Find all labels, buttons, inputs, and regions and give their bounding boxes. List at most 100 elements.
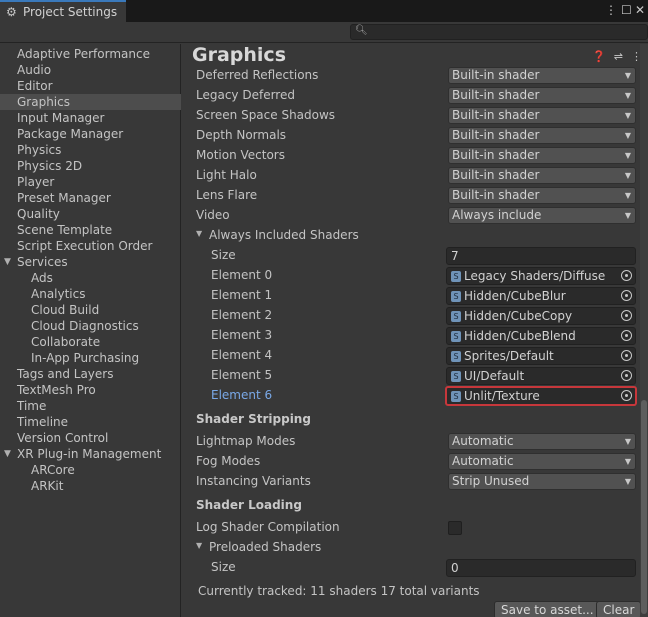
shader-object-field[interactable]: S Hidden/CubeBlur: [446, 287, 636, 305]
element-label: Element 6: [211, 388, 273, 402]
sidebar-item-audio[interactable]: Audio: [0, 62, 181, 78]
shader-object-field[interactable]: S Hidden/CubeBlend: [446, 327, 636, 345]
dropdown-value: Automatic: [452, 454, 514, 468]
expand-arrow-icon[interactable]: ▼: [4, 446, 11, 462]
object-picker-icon[interactable]: [621, 330, 632, 341]
sidebar-item-preset-manager[interactable]: Preset Manager: [0, 190, 181, 206]
shader-element-row: Element 1 S Hidden/CubeBlur: [182, 286, 638, 306]
help-icon[interactable]: ❓: [592, 50, 606, 63]
chevron-down-icon: ▼: [624, 91, 631, 100]
sidebar-item-scene-template[interactable]: Scene Template: [0, 222, 181, 238]
preset-icon[interactable]: ⇌: [614, 50, 623, 63]
search-input[interactable]: 🔍︎: [350, 24, 648, 40]
builtin-shader-row: Motion Vectors Built-in shader ▼: [182, 146, 638, 166]
shader-mode-dropdown[interactable]: Built-in shader ▼: [448, 187, 636, 204]
sidebar-item-cloud-build[interactable]: Cloud Build: [0, 302, 181, 318]
close-icon[interactable]: ✕: [635, 3, 645, 17]
sidebar-item-physics-2d[interactable]: Physics 2D: [0, 158, 181, 174]
sidebar-item-cloud-diagnostics[interactable]: Cloud Diagnostics: [0, 318, 181, 334]
shader-object-field[interactable]: S UI/Default: [446, 367, 636, 385]
graphics-panel: Graphics ❓ ⇌ ⋮ Currently tracked: 11 sha…: [182, 44, 648, 617]
sidebar-item-tags-and-layers[interactable]: Tags and Layers: [0, 366, 181, 382]
scrollbar-thumb[interactable]: [641, 400, 647, 614]
shader-mode-dropdown[interactable]: Built-in shader ▼: [448, 167, 636, 184]
scrollbar[interactable]: [640, 44, 648, 617]
sidebar-item-script-execution-order[interactable]: Script Execution Order: [0, 238, 181, 254]
status-text: Currently tracked: 11 shaders 17 total v…: [198, 584, 480, 598]
object-picker-icon[interactable]: [621, 310, 632, 321]
maximize-icon[interactable]: ☐: [621, 3, 632, 17]
shader-object-field[interactable]: S Hidden/CubeCopy: [446, 307, 636, 325]
foldout-arrow-icon[interactable]: ▼: [196, 229, 202, 238]
shader-mode-dropdown[interactable]: Built-in shader ▼: [448, 67, 636, 84]
row-label: Lens Flare: [196, 188, 258, 202]
sidebar-item-in-app-purchasing[interactable]: In-App Purchasing: [0, 350, 181, 366]
stripping-dropdown[interactable]: Automatic ▼: [448, 453, 636, 470]
object-picker-icon[interactable]: [621, 370, 632, 381]
object-picker-icon[interactable]: [621, 350, 632, 361]
shader-object-field[interactable]: S Sprites/Default: [446, 347, 636, 365]
shader-element-row: Element 5 S UI/Default: [182, 366, 638, 386]
shader-mode-dropdown[interactable]: Built-in shader ▼: [448, 87, 636, 104]
sidebar-item-collaborate[interactable]: Collaborate: [0, 334, 181, 350]
gear-icon: ⚙: [6, 4, 17, 19]
builtin-shader-row: Depth Normals Built-in shader ▼: [182, 126, 638, 146]
stripping-row: Instancing Variants Strip Unused ▼: [182, 472, 638, 492]
shader-element-row: Element 0 S Legacy Shaders/Diffuse: [182, 266, 638, 286]
sidebar-item-physics[interactable]: Physics: [0, 142, 181, 158]
title-bar: ⚙ Project Settings ⋮ ☐ ✕: [0, 0, 648, 22]
sidebar-item-ads[interactable]: Ads: [0, 270, 181, 286]
chevron-down-icon: ▼: [624, 131, 631, 140]
stripping-dropdown[interactable]: Strip Unused ▼: [448, 473, 636, 490]
shader-mode-dropdown[interactable]: Always include ▼: [448, 207, 636, 224]
clear-button[interactable]: Clear: [596, 601, 642, 617]
sidebar-item-textmesh-pro[interactable]: TextMesh Pro: [0, 382, 181, 398]
sidebar-item-label: Timeline: [17, 415, 69, 429]
sidebar-item-time[interactable]: Time: [0, 398, 181, 414]
shader-loading-heading: Shader Loading: [196, 498, 302, 512]
sidebar-item-graphics[interactable]: Graphics: [0, 94, 181, 110]
sidebar-item-timeline[interactable]: Timeline: [0, 414, 181, 430]
shader-mode-dropdown[interactable]: Built-in shader ▼: [448, 127, 636, 144]
size-input[interactable]: 7: [446, 247, 636, 265]
project-settings-tab[interactable]: ⚙ Project Settings: [0, 0, 126, 22]
sidebar-item-quality[interactable]: Quality: [0, 206, 181, 222]
shader-object-field[interactable]: S Unlit/Texture: [445, 386, 637, 406]
save-to-asset-button[interactable]: Save to asset...: [494, 601, 601, 617]
dropdown-value: Automatic: [452, 434, 514, 448]
sidebar-item-xr-plug-in-management[interactable]: XR Plug-in Management ▼: [0, 446, 181, 462]
sidebar-item-arcore[interactable]: ARCore: [0, 462, 181, 478]
shader-mode-dropdown[interactable]: Built-in shader ▼: [448, 147, 636, 164]
sidebar-item-version-control[interactable]: Version Control: [0, 430, 181, 446]
chevron-down-icon: ▼: [624, 211, 631, 220]
sidebar-item-adaptive-performance[interactable]: Adaptive Performance: [0, 46, 181, 62]
sidebar-item-arkit[interactable]: ARKit: [0, 478, 181, 494]
sidebar-item-analytics[interactable]: Analytics: [0, 286, 181, 302]
log-shader-compilation-checkbox[interactable]: [448, 521, 462, 535]
stripping-row: Fog Modes Automatic ▼: [182, 452, 638, 472]
tab-title: Project Settings: [23, 5, 118, 19]
sidebar-item-input-manager[interactable]: Input Manager: [0, 110, 181, 126]
sidebar-item-label: Audio: [17, 63, 52, 77]
preloaded-size-input[interactable]: 0: [446, 559, 636, 577]
expand-arrow-icon[interactable]: ▼: [4, 254, 11, 270]
kebab-menu-icon[interactable]: ⋮: [605, 3, 617, 17]
object-picker-icon[interactable]: [621, 290, 632, 301]
foldout-label[interactable]: Always Included Shaders: [209, 228, 359, 242]
sidebar-item-services[interactable]: Services ▼: [0, 254, 181, 270]
shader-name: Sprites/Default: [464, 349, 554, 363]
object-picker-icon[interactable]: [621, 270, 632, 281]
dropdown-value: Strip Unused: [452, 474, 530, 488]
shader-mode-dropdown[interactable]: Built-in shader ▼: [448, 107, 636, 124]
builtin-shader-row: Video Always include ▼: [182, 206, 638, 226]
shader-object-field[interactable]: S Legacy Shaders/Diffuse: [446, 267, 636, 285]
sidebar-item-player[interactable]: Player: [0, 174, 181, 190]
shader-name: Hidden/CubeBlend: [464, 329, 576, 343]
stripping-dropdown[interactable]: Automatic ▼: [448, 433, 636, 450]
object-picker-icon[interactable]: [621, 390, 632, 401]
foldout-label[interactable]: Preloaded Shaders: [209, 540, 321, 554]
sidebar-item-package-manager[interactable]: Package Manager: [0, 126, 181, 142]
foldout-arrow-icon[interactable]: ▼: [196, 541, 202, 550]
sidebar-item-editor[interactable]: Editor: [0, 78, 181, 94]
dropdown-value: Built-in shader: [452, 68, 540, 82]
